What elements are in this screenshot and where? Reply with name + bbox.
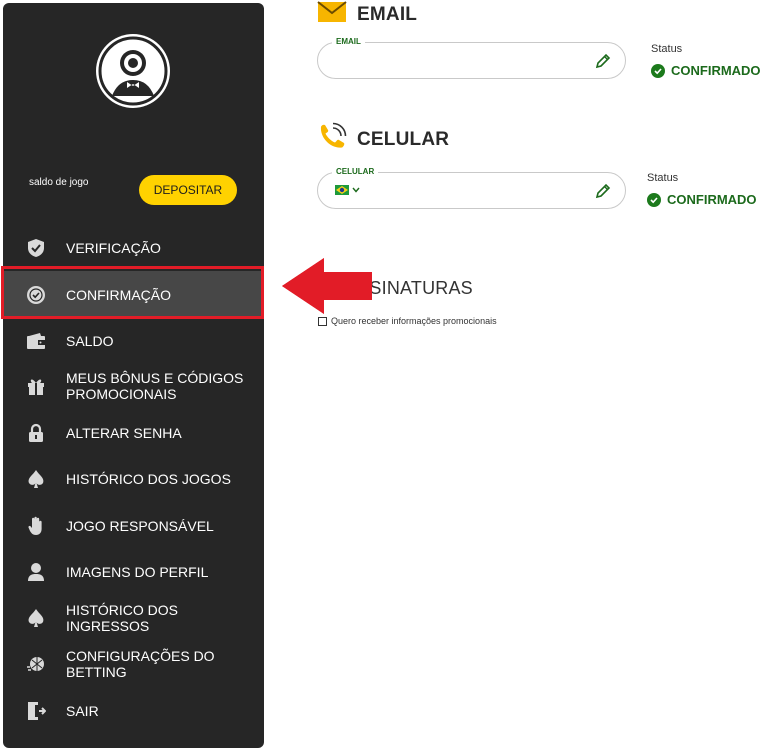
sidebar-item-label: HISTÓRICO DOS JOGOS <box>66 471 231 487</box>
exit-door-icon <box>25 700 47 722</box>
country-selector[interactable] <box>335 185 360 195</box>
email-field[interactable]: EMAIL <box>317 37 626 79</box>
ball-icon <box>25 653 47 675</box>
sidebar-item-label: IMAGENS DO PERFIL <box>66 564 209 580</box>
sidebar-item-label: MEUS BÔNUS E CÓDIGOS PROMOCIONAIS <box>66 370 244 402</box>
deposit-button[interactable]: DEPOSITAR <box>139 175 237 205</box>
sidebar-item-label: CONFIGURAÇÕES DO BETTING <box>66 648 215 680</box>
sidebar-item-label: CONFIRMAÇÃO <box>66 287 171 303</box>
phone-status-value: CONFIRMADO <box>667 192 757 207</box>
email-status-value: CONFIRMADO <box>671 63 761 78</box>
sidebar-item-verification[interactable]: VERIFICAÇÃO <box>3 225 264 271</box>
promo-opt-in-checkbox[interactable] <box>318 316 327 326</box>
sidebar-item-balance[interactable]: SALDO <box>3 318 264 364</box>
sidebar-item-game-history[interactable]: HISTÓRICO DOS JOGOS <box>3 456 264 502</box>
brazil-flag-icon <box>335 185 349 195</box>
sidebar-item-label: JOGO RESPONSÁVEL <box>66 518 214 534</box>
sidebar-item-profile-images[interactable]: IMAGENS DO PERFIL <box>3 549 264 595</box>
phone-field-label: CELULAR <box>332 167 379 176</box>
sidebar-item-change-password[interactable]: ALTERAR SENHA <box>3 410 264 456</box>
envelope-icon <box>317 1 347 22</box>
phone-icon <box>320 122 347 148</box>
check-circle-icon <box>647 192 661 207</box>
avatar[interactable] <box>96 34 170 108</box>
email-status-badge: CONFIRMADO <box>651 63 761 78</box>
phone-section-title: CELULAR <box>357 129 450 150</box>
check-badge-icon <box>25 284 47 306</box>
phone-field[interactable]: CELULAR <box>317 167 626 209</box>
hand-icon <box>25 515 47 537</box>
gift-icon <box>25 375 47 397</box>
pencil-icon[interactable] <box>595 53 611 69</box>
sidebar-item-label: HISTÓRICO DOS INGRESSOS <box>66 602 179 634</box>
chevron-down-icon <box>352 187 360 193</box>
email-status-label: Status <box>651 43 683 55</box>
phone-status-label: Status <box>647 172 679 184</box>
phone-status-badge: CONFIRMADO <box>647 192 757 207</box>
spade-icon <box>25 607 47 629</box>
email-field-label: EMAIL <box>332 37 365 46</box>
pointer-arrow-overlay-icon <box>282 258 372 314</box>
spade-icon <box>25 468 47 490</box>
email-section-title: EMAIL <box>357 4 418 25</box>
check-circle-icon <box>651 63 665 78</box>
sidebar-item-label: VERIFICAÇÃO <box>66 240 161 256</box>
sidebar-item-betting-settings[interactable]: CONFIGURAÇÕES DO BETTING <box>3 641 264 687</box>
promo-opt-in-row: Quero receber informações promocionais <box>318 316 497 326</box>
sidebar: saldo de jogo DEPOSITAR VERIFICAÇÃO CONF… <box>3 3 264 748</box>
sidebar-item-label: SALDO <box>66 333 114 349</box>
wallet-icon <box>25 330 47 352</box>
sidebar-item-logout[interactable]: SAIR <box>3 688 264 734</box>
croupier-avatar-icon <box>98 36 168 106</box>
sidebar-item-label: ALTERAR SENHA <box>66 425 182 441</box>
shield-check-icon <box>25 237 47 259</box>
sidebar-item-confirmation[interactable]: CONFIRMAÇÃO <box>3 271 264 319</box>
sidebar-item-label: SAIR <box>66 703 99 719</box>
sidebar-item-bonus-codes[interactable]: MEUS BÔNUS E CÓDIGOS PROMOCIONAIS <box>3 363 264 409</box>
pencil-icon[interactable] <box>595 183 611 199</box>
user-icon <box>25 561 47 583</box>
lock-icon <box>25 422 47 444</box>
balance-label: saldo de jogo <box>29 177 89 188</box>
sidebar-item-ticket-history[interactable]: HISTÓRICO DOS INGRESSOS <box>3 595 264 641</box>
sidebar-item-responsible-gaming[interactable]: JOGO RESPONSÁVEL <box>3 503 264 549</box>
promo-opt-in-label: Quero receber informações promocionais <box>331 316 497 326</box>
